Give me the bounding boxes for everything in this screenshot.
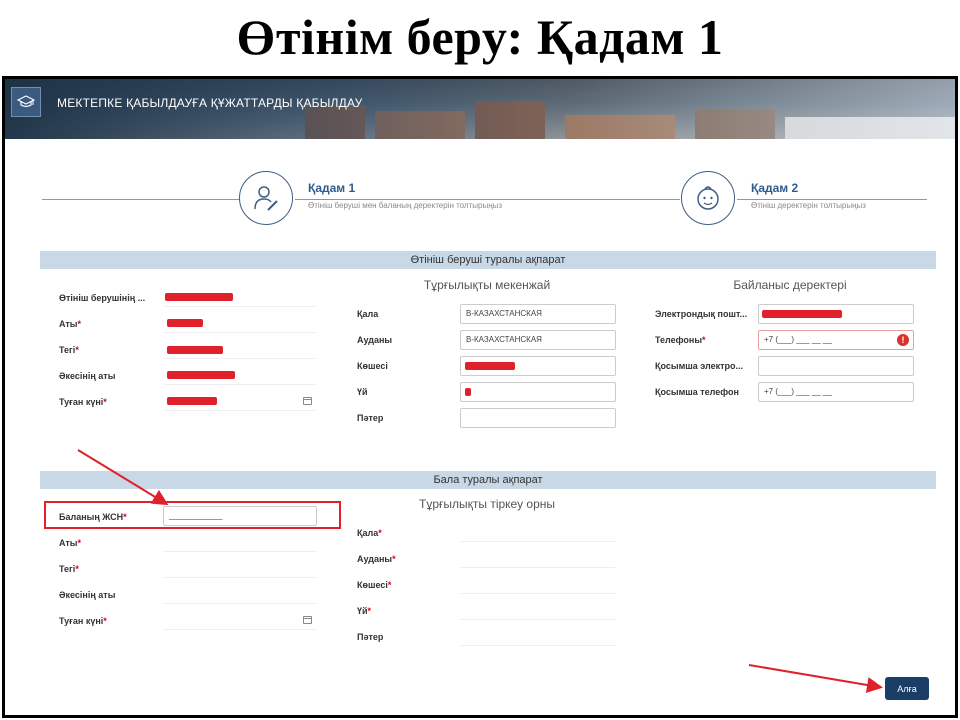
reg-street-field[interactable] — [460, 574, 616, 594]
applicant-birthdate-label: Туған күні* — [59, 397, 107, 407]
step-1-title[interactable]: Қадам 1 — [308, 181, 355, 195]
address-house-label: Үй — [357, 387, 368, 397]
child-iin-label: Баланың ЖСН* — [59, 512, 127, 522]
address-apartment-field[interactable] — [460, 408, 616, 428]
step-2-title[interactable]: Қадам 2 — [751, 181, 798, 195]
slide: Өтінім беру: Қадам 1 МЕКТЕПКЕ ҚАБЫЛДАУҒА… — [0, 0, 960, 720]
child-section-header: Бала туралы ақпарат — [40, 471, 936, 489]
next-button[interactable]: Алға — [885, 677, 929, 700]
child-iin-field[interactable]: ____________ — [163, 506, 317, 526]
reg-apartment-label: Пәтер — [357, 632, 384, 642]
contact-extra-email-field[interactable] — [758, 356, 914, 376]
calendar-icon[interactable] — [303, 397, 312, 405]
address-column-title: Тұрғылықты мекенжай — [423, 278, 551, 292]
step-1-circle[interactable] — [239, 171, 293, 225]
reg-city-label: Қала* — [357, 528, 382, 538]
child-name-field[interactable] — [163, 532, 317, 552]
applicant-patronymic-label: Әкесінің аты — [59, 371, 116, 381]
reg-house-field[interactable] — [460, 600, 616, 620]
graduation-cap-icon[interactable] — [11, 87, 41, 117]
redaction-mark — [465, 388, 471, 396]
reg-street-label: Көшесі* — [357, 580, 392, 590]
child-birthdate-field[interactable] — [163, 610, 317, 630]
redaction-mark — [167, 346, 223, 354]
stepper-line — [42, 199, 240, 200]
redaction-mark — [167, 371, 235, 379]
contact-email-label: Электрондық пошт... — [655, 309, 748, 319]
header-banner: МЕКТЕПКЕ ҚАБЫЛДАУҒА ҚҰЖАТТАРДЫ ҚАБЫЛДАУ — [5, 79, 955, 139]
app-window: МЕКТЕПКЕ ҚАБЫЛДАУҒА ҚҰЖАТТАРДЫ ҚАБЫЛДАУ … — [2, 76, 958, 718]
reg-city-field[interactable] — [460, 522, 616, 542]
redaction-mark — [465, 362, 515, 370]
applicant-name-label: Аты* — [59, 319, 81, 329]
contacts-column-title: Байланыс деректері — [733, 278, 847, 292]
contact-extra-email-label: Қосымша электро... — [655, 361, 743, 371]
arrow-to-next-button — [748, 664, 883, 693]
child-birthdate-label: Туған күні* — [59, 616, 107, 626]
stepper-line — [737, 199, 927, 200]
address-street-label: Көшесі — [357, 361, 388, 371]
reg-district-label: Ауданы* — [357, 554, 396, 564]
address-district-field[interactable]: В-КАЗАХСТАНСКАЯ — [460, 330, 616, 350]
banner-title: МЕКТЕПКЕ ҚАБЫЛДАУҒА ҚҰЖАТТАРДЫ ҚАБЫЛДАУ — [57, 96, 363, 110]
contact-phone-field[interactable]: +7 (___) ___ __ __ — [758, 330, 914, 350]
slide-title: Өтінім беру: Қадам 1 — [236, 9, 724, 65]
redaction-mark — [165, 293, 233, 301]
reg-house-label: Үй* — [357, 606, 372, 616]
registration-column-title: Тұрғылықты тіркеу орны — [418, 497, 556, 511]
address-apartment-label: Пәтер — [357, 413, 384, 423]
step-2-subtitle: Өтініш деректерін толтырыңыз — [751, 201, 866, 210]
calendar-icon[interactable] — [303, 616, 312, 624]
error-icon: ! — [897, 334, 909, 346]
child-patronymic-field[interactable] — [163, 584, 317, 604]
applicant-section-header: Өтініш беруші туралы ақпарат — [40, 251, 936, 269]
address-city-field[interactable]: В-КАЗАХСТАНСКАЯ — [460, 304, 616, 324]
reg-district-field[interactable] — [460, 548, 616, 568]
child-surname-label: Тегі* — [59, 564, 79, 574]
child-name-label: Аты* — [59, 538, 81, 548]
reg-apartment-field[interactable] — [460, 626, 616, 646]
child-patronymic-label: Әкесінің аты — [59, 590, 116, 600]
person-edit-icon — [254, 186, 278, 211]
child-face-icon — [697, 186, 719, 210]
stepper-line — [295, 199, 680, 200]
address-city-label: Қала — [357, 309, 379, 319]
redaction-mark — [167, 397, 217, 405]
address-house-field[interactable] — [460, 382, 616, 402]
redaction-mark — [167, 319, 203, 327]
child-surname-field[interactable] — [163, 558, 317, 578]
applicant-surname-label: Тегі* — [59, 345, 79, 355]
applicant-iin-label: Өтініш берушінің ... — [59, 293, 146, 303]
contact-phone-label: Телефоны* — [655, 335, 706, 345]
redaction-mark — [762, 310, 842, 318]
contact-extra-phone-field[interactable]: +7 (___) ___ __ __ — [758, 382, 914, 402]
contact-extra-phone-label: Қосымша телефон — [655, 387, 739, 397]
step-1-subtitle: Өтініш беруші мен баланың деректерін тол… — [308, 201, 503, 210]
step-2-circle[interactable] — [681, 171, 735, 225]
address-district-label: Ауданы — [357, 335, 393, 345]
